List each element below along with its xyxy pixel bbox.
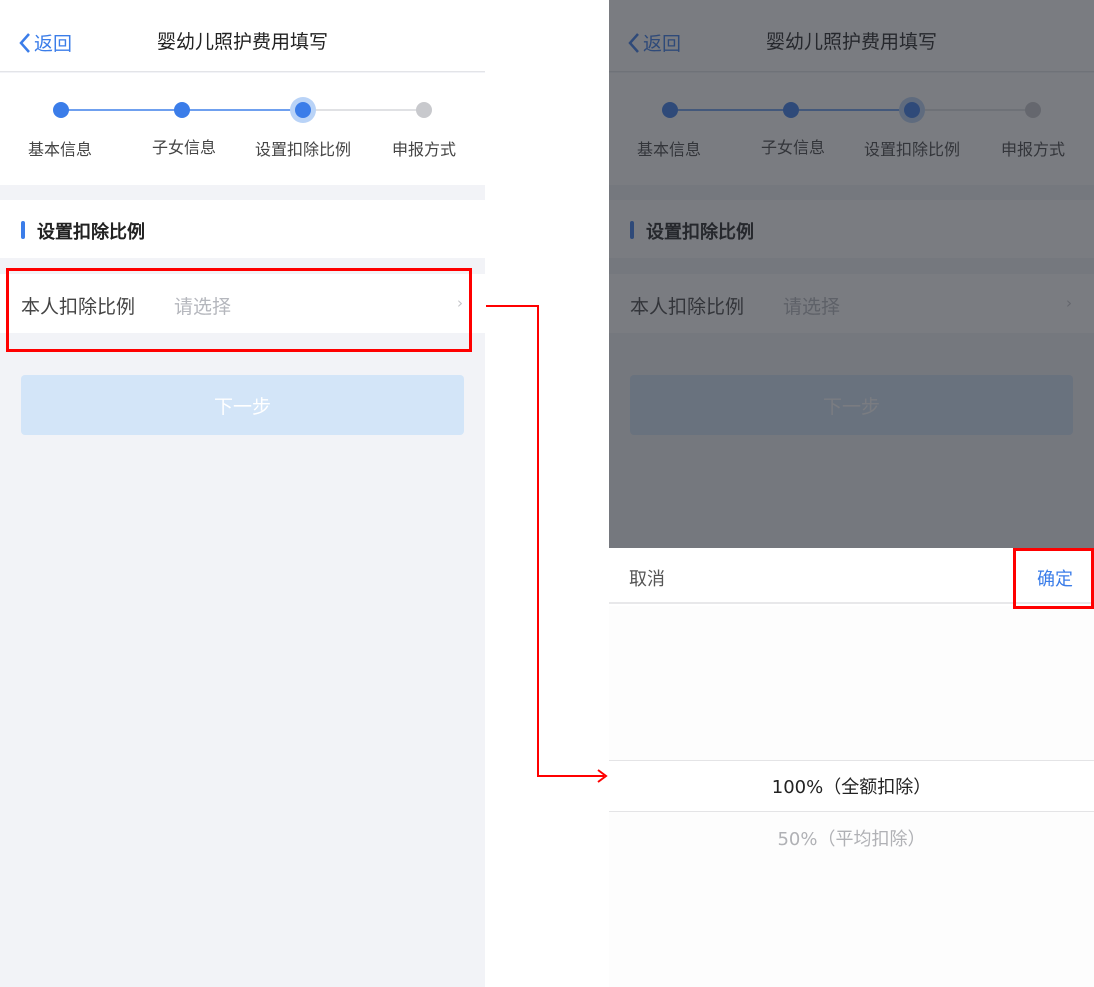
- connector-arrow: [486, 305, 608, 783]
